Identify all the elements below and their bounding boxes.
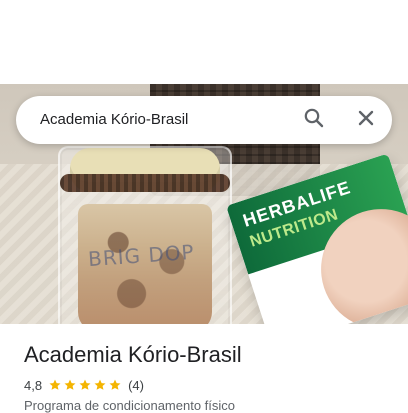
place-title: Academia Kório-Brasil [24,342,242,367]
star-icon [78,378,92,392]
place-category: Programa de condicionamento físico [24,398,236,413]
cup-chocolate-rim [60,174,230,192]
close-icon [354,106,378,135]
star-icon [63,378,77,392]
star-icon [48,378,62,392]
clear-button[interactable] [342,96,390,144]
search-bar[interactable]: Academia Kório-Brasil [16,96,392,144]
top-blank-area [0,0,408,84]
rating-row[interactable]: 4,8 (4) [24,376,144,394]
rating-value: 4,8 [24,377,43,393]
star-icon [108,378,122,392]
star-rating [48,378,122,392]
dessert-cup: BRIG DOP [58,146,232,324]
search-icon [302,106,326,135]
search-query[interactable]: Academia Kório-Brasil [40,96,188,144]
review-count[interactable]: (4) [128,378,144,393]
search-button[interactable] [290,96,338,144]
place-info-panel[interactable]: Academia Kório-Brasil 4,8 (4) Programa d… [0,324,408,413]
star-icon [93,378,107,392]
